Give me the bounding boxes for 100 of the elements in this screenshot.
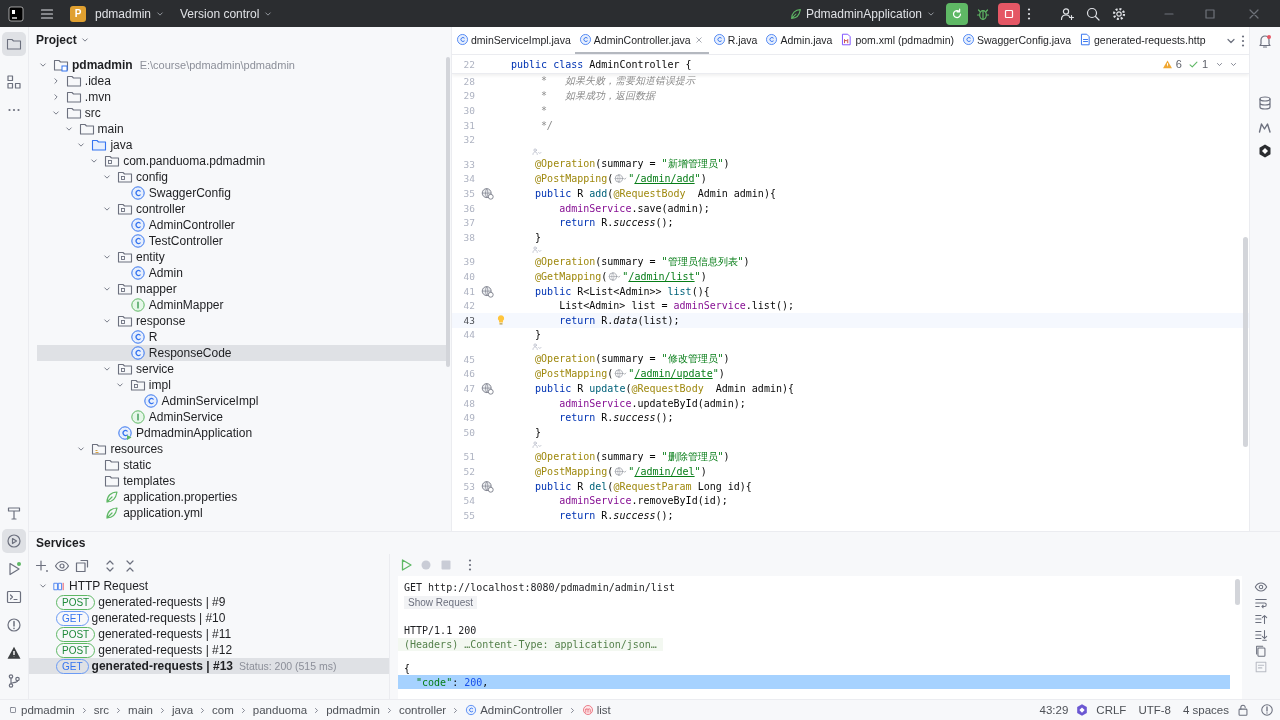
tree-row[interactable]: application.properties (37, 489, 446, 505)
editor-tab[interactable]: R.java (708, 27, 762, 54)
editor-tab[interactable]: AdminController.java (574, 27, 709, 54)
indent-setting[interactable]: 4 spaces (1177, 704, 1234, 716)
tree-row[interactable]: application.yml (37, 505, 446, 521)
vcs-selector[interactable]: Version control (175, 3, 280, 24)
scroll-bottom-icon[interactable] (1254, 628, 1268, 642)
tree-row[interactable]: controller (37, 201, 446, 217)
tree-row[interactable]: Admin (37, 265, 446, 281)
tree-row[interactable]: PdmadminApplication (37, 425, 446, 441)
breadcrumb[interactable]: list (579, 704, 613, 716)
tree-label: .mvn (84, 90, 111, 104)
tree-row[interactable]: R (37, 329, 446, 345)
tree-row[interactable]: templates (37, 473, 446, 489)
tree-row[interactable]: TestController (37, 233, 446, 249)
tree-row[interactable]: service (37, 361, 446, 377)
add-icon[interactable] (34, 558, 50, 574)
editor-tab[interactable]: generated-requests.http (1075, 27, 1210, 54)
module-icon (8, 705, 18, 715)
endpoint-icon[interactable] (481, 284, 494, 298)
tree-row[interactable]: AdminMapper (37, 297, 446, 313)
wrap-icon[interactable] (1254, 596, 1268, 610)
tree-row[interactable]: resources (37, 441, 446, 457)
tree-row[interactable]: pdmadmin E:\course\pdmadmin\pdmadmin (37, 57, 446, 73)
tree-row[interactable]: java (37, 137, 446, 153)
more-icon[interactable] (468, 559, 472, 571)
globe-icon[interactable] (608, 269, 622, 283)
panel-title[interactable]: Project (36, 33, 77, 47)
hexagon-icon[interactable] (1257, 143, 1273, 159)
new-tab-icon[interactable] (74, 558, 90, 574)
tree-label: AdminMapper (148, 298, 224, 312)
editor-tab[interactable]: pom.xml (pdmadmin) (836, 27, 958, 54)
request-row[interactable]: POST generated-requests | #11 (29, 626, 389, 642)
code-text: * 如果失败，需要知道错误提示 (540, 74, 696, 89)
caret-position[interactable]: 43:29 (1034, 704, 1074, 716)
inspection-count[interactable]: 6 (1175, 58, 1182, 70)
globe-icon[interactable] (614, 367, 628, 381)
globe-icon[interactable] (614, 172, 628, 186)
inspection-count[interactable]: 1 (1201, 58, 1208, 70)
tree-row[interactable]: .idea (37, 73, 446, 89)
tree-row[interactable]: AdminController (37, 217, 446, 233)
tree-row[interactable]: ResponseCode (37, 345, 446, 361)
editor-tab[interactable]: SwaggerConfig.java (958, 27, 1075, 54)
problems-icon[interactable] (1260, 703, 1274, 717)
project-selector[interactable]: pdmadmin (90, 3, 172, 24)
copy-icon[interactable] (1254, 644, 1268, 658)
tree-label: generated-requests | #13 (91, 659, 233, 673)
request-row[interactable]: GET generated-requests | #10 (29, 610, 389, 626)
project-button[interactable] (2, 32, 26, 56)
request-row[interactable]: GET generated-requests | #13 Status: 200 (515 ms) (29, 658, 389, 674)
tree-row[interactable]: entity (37, 249, 446, 265)
line-number: 22 (462, 58, 475, 70)
show-request-button[interactable]: Show Request (404, 596, 478, 609)
request-row[interactable]: POST generated-requests | #12 (29, 642, 389, 658)
bell-icon[interactable] (1257, 33, 1273, 49)
breadcrumb[interactable]: java (170, 704, 196, 716)
breadcrumb[interactable]: pdmadmin (6, 704, 77, 716)
breadcrumb[interactable]: AdminController (463, 704, 565, 716)
breadcrumb[interactable]: panduoma (250, 704, 310, 716)
encoding[interactable]: UTF-8 (1133, 704, 1176, 716)
editor-tab[interactable]: dminServiceImpl.java (452, 27, 575, 54)
breadcrumb[interactable]: com (210, 704, 236, 716)
tree-row[interactable]: config (37, 169, 446, 185)
tree-row[interactable]: com.panduoma.pdmadmin (37, 153, 446, 169)
line-separator[interactable]: CRLF (1091, 704, 1132, 716)
eye-icon[interactable] (1254, 580, 1268, 594)
eye-icon[interactable] (54, 558, 70, 574)
breadcrumb[interactable]: main (126, 704, 155, 716)
database-icon[interactable] (1257, 95, 1273, 111)
tree-row[interactable]: mapper (37, 281, 446, 297)
stop-button[interactable] (998, 2, 1020, 25)
request-row[interactable]: POST generated-requests | #9 (29, 594, 389, 610)
endpoint-icon[interactable] (481, 479, 494, 493)
rerun-button[interactable] (946, 2, 968, 25)
code-text: * (540, 105, 548, 116)
tree-row[interactable]: AdminServiceImpl (37, 393, 446, 409)
breadcrumb[interactable]: src (91, 704, 112, 716)
tree-row[interactable]: AdminService (37, 409, 446, 425)
tree-row[interactable]: .mvn (37, 89, 446, 105)
app-logo-icon[interactable] (8, 5, 24, 22)
breadcrumb[interactable]: controller (396, 704, 449, 716)
editor-tab[interactable]: Admin.java (761, 27, 837, 54)
scrollbar[interactable] (1235, 579, 1240, 605)
tree-row[interactable]: impl (37, 377, 446, 393)
lock-icon[interactable] (1236, 703, 1250, 717)
endpoint-icon[interactable] (481, 186, 494, 200)
tree-row[interactable]: src (37, 105, 446, 121)
services-button[interactable] (2, 529, 26, 553)
run-config-selector[interactable]: PdmadminApplication (783, 3, 942, 24)
tree-row[interactable]: SwaggerConfig (37, 185, 446, 201)
scroll-top-icon[interactable] (1254, 612, 1268, 626)
tree-row[interactable]: response (37, 313, 446, 329)
breadcrumb[interactable]: pdmadmin (324, 704, 382, 716)
tree-row[interactable]: HTTP Request (29, 578, 389, 594)
scrollbar[interactable] (1243, 237, 1248, 447)
more-icon[interactable] (1241, 34, 1245, 47)
tree-row[interactable]: static (37, 457, 446, 473)
globe-icon[interactable] (614, 465, 628, 479)
endpoint-icon[interactable] (481, 382, 494, 396)
tree-row[interactable]: main (37, 121, 446, 137)
